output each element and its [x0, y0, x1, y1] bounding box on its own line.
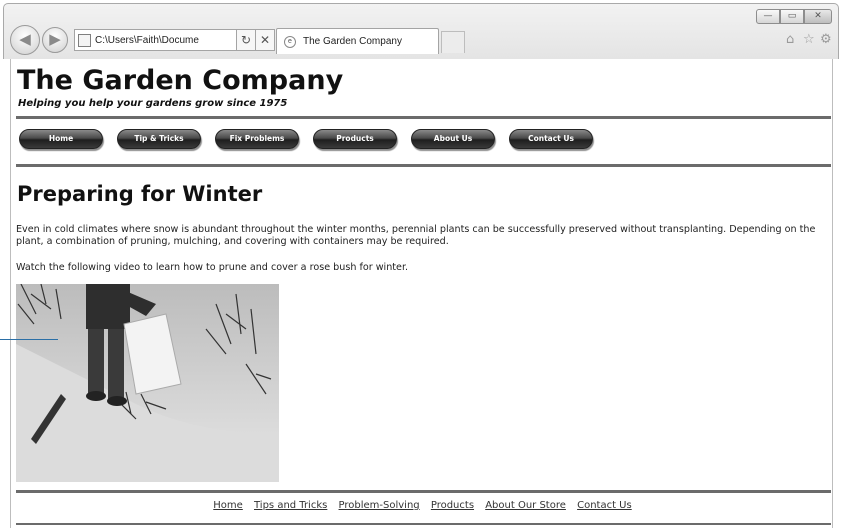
video-intro-paragraph: Watch the following video to learn how t…: [16, 262, 409, 273]
footer-link-problem-solving[interactable]: Problem-Solving: [339, 500, 420, 511]
nav-button-products[interactable]: Products: [313, 129, 397, 149]
video-player[interactable]: [16, 284, 279, 482]
callout-pointer-line: [0, 339, 58, 340]
forward-arrow-icon: ▶: [49, 30, 61, 48]
footer-link-about-store[interactable]: About Our Store: [485, 500, 566, 511]
footer-navigation: Home Tips and Tricks Problem-Solving Pro…: [11, 500, 834, 511]
home-icon[interactable]: ⌂: [786, 32, 794, 47]
favorites-star-icon[interactable]: ☆: [803, 32, 815, 47]
close-button[interactable]: ✕: [804, 9, 832, 24]
window-controls: — ▭ ✕: [756, 9, 832, 24]
stop-button[interactable]: ✕: [255, 29, 275, 51]
divider-rule: [16, 116, 831, 119]
forward-button[interactable]: ▶: [42, 27, 68, 53]
back-button[interactable]: ◀: [10, 25, 40, 55]
nav-button-fix-problems[interactable]: Fix Problems: [215, 129, 299, 149]
tab-title: The Garden Company: [303, 36, 402, 47]
refresh-button[interactable]: ↻: [236, 29, 256, 51]
nav-button-tips[interactable]: Tip & Tricks: [117, 129, 201, 149]
site-title: The Garden Company: [17, 65, 344, 96]
tab-favicon-icon: e: [284, 35, 296, 48]
footer-link-home[interactable]: Home: [213, 500, 243, 511]
site-tagline: Helping you help your gardens grow since…: [18, 98, 288, 109]
divider-rule: [16, 523, 831, 525]
nav-button-home[interactable]: Home: [19, 129, 103, 149]
minimize-button[interactable]: —: [756, 9, 780, 24]
browser-tab-active[interactable]: e The Garden Company: [276, 28, 439, 54]
new-tab-button[interactable]: [441, 31, 465, 53]
address-url[interactable]: C:\Users\Faith\Docume: [95, 35, 243, 46]
footer-link-tips[interactable]: Tips and Tricks: [254, 500, 327, 511]
stop-icon: ✕: [259, 33, 271, 47]
divider-rule: [16, 490, 831, 493]
web-page: The Garden Company Helping you help your…: [10, 59, 833, 528]
main-navigation: Home Tip & Tricks Fix Problems Products …: [19, 129, 607, 149]
footer-link-contact[interactable]: Contact Us: [577, 500, 632, 511]
intro-paragraph: Even in cold climates where snow is abun…: [16, 224, 816, 247]
divider-rule: [16, 164, 831, 167]
page-icon: [78, 33, 91, 47]
tools-gear-icon[interactable]: ⚙: [820, 32, 832, 47]
maximize-button[interactable]: ▭: [780, 9, 804, 24]
nav-button-about[interactable]: About Us: [411, 129, 495, 149]
page-heading: Preparing for Winter: [17, 182, 263, 206]
video-frame-snow-scene: [16, 284, 279, 482]
back-arrow-icon: ◀: [19, 30, 31, 48]
footer-link-products[interactable]: Products: [431, 500, 474, 511]
nav-button-contact[interactable]: Contact Us: [509, 129, 593, 149]
refresh-icon: ↻: [240, 33, 252, 47]
